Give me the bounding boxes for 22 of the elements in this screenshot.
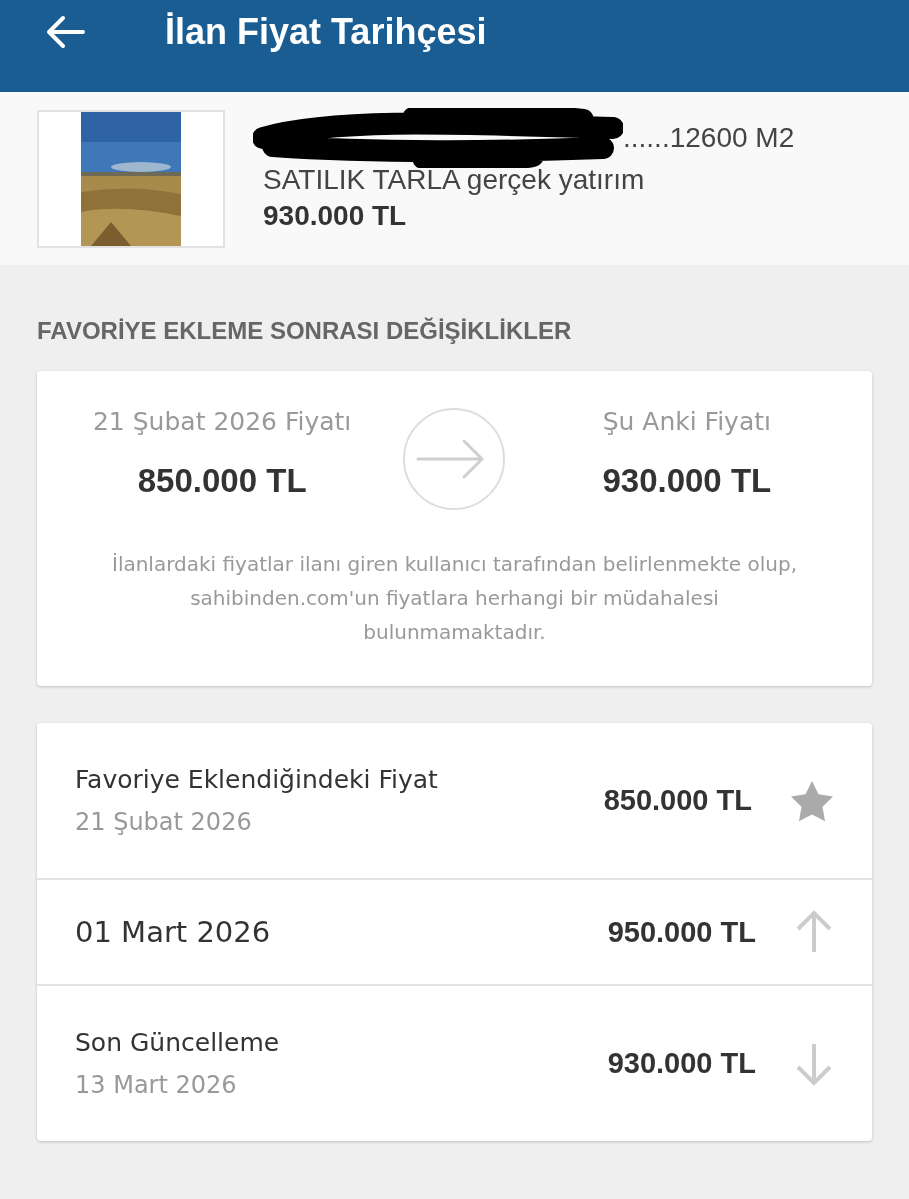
disclaimer-text: İlanlardaki fiyatlar ilanı giren kullanıcı tarafından belirlenmekte olup, sahibinden.com'un fiyatlara herhangi bir müdahalesi bulunmamaktadır. [111,551,798,646]
price-value: 930.000 TL [602,462,772,500]
up-arrow-icon [794,910,834,954]
history-label: Favoriye Eklendiğindeki Fiyat [75,765,439,794]
listing-title: ......12600 M2 [623,121,795,154]
listing-price: 930.000 TL [263,199,408,232]
history-price: 930.000 TL [607,1047,756,1080]
price-label: Şu Anki Fiyatı [602,407,771,436]
down-arrow-icon [794,1041,834,1086]
history-date: 21 Şubat 2026 [75,808,253,836]
section-title: FAVORİYE EKLEME SONRASI DEĞİŞİKLİKLER [37,317,573,345]
history-label: Son Güncelleme [75,1028,281,1057]
star-icon [790,779,834,822]
history-price: 850.000 TL [603,784,752,817]
back-arrow-icon[interactable] [45,15,85,49]
price-value: 850.000 TL [137,462,307,500]
history-price: 950.000 TL [607,915,756,949]
listing-subtitle: SATILIK TARLA gerçek yatırım [263,163,646,196]
history-date: 13 Mart 2026 [75,1071,238,1099]
history-date: 01 Mart 2026 [75,915,272,949]
screen-title: İlan Fiyat Tarihçesi [165,11,487,53]
price-label: 21 Şubat 2026 Fiyatı [92,407,352,436]
